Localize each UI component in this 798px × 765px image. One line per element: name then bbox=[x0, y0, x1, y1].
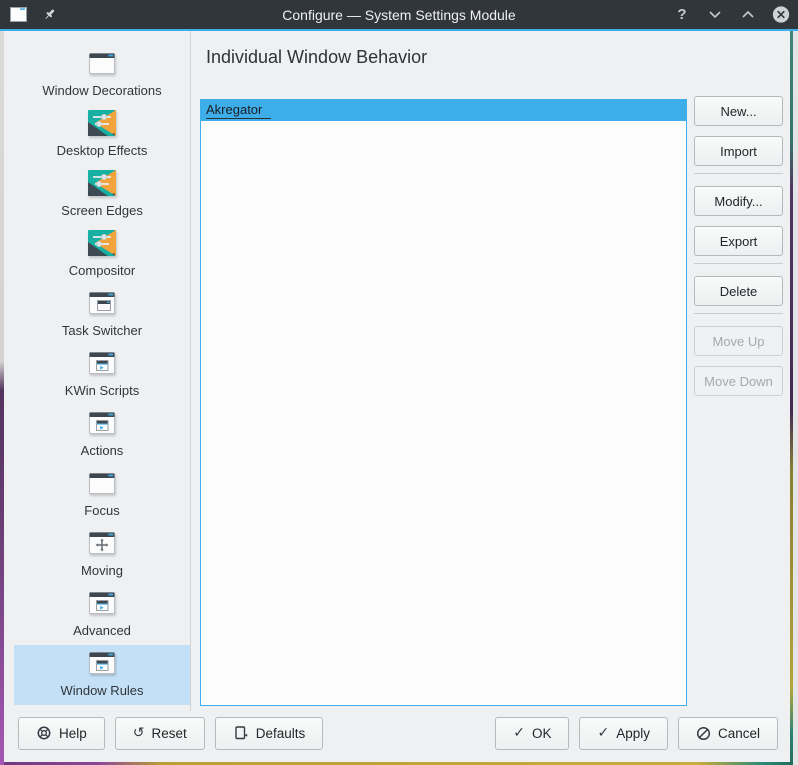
reset-button[interactable]: ↺ Reset bbox=[115, 717, 205, 750]
sidebar-item-label: Moving bbox=[81, 563, 123, 578]
window-script-icon bbox=[86, 587, 118, 619]
effects-icon bbox=[86, 107, 118, 139]
effects-icon bbox=[86, 227, 118, 259]
ok-check-icon: ✓ bbox=[513, 726, 525, 740]
window-move-icon bbox=[86, 527, 118, 559]
titlebar-help-button[interactable]: ? bbox=[673, 6, 691, 24]
move-up-button[interactable]: Move Up bbox=[694, 326, 783, 356]
apply-button-label: Apply bbox=[616, 726, 650, 741]
sidebar-divider bbox=[190, 31, 191, 711]
sidebar-item-label: Window Rules bbox=[60, 683, 143, 698]
rule-name: Akregator bbox=[206, 102, 271, 119]
sidebar-item-focus[interactable]: Focus bbox=[14, 465, 190, 525]
page-title: Individual Window Behavior bbox=[206, 47, 427, 68]
modify-button[interactable]: Modify... bbox=[694, 186, 783, 216]
maximize-button[interactable] bbox=[739, 6, 757, 24]
window-plain-icon bbox=[86, 47, 118, 79]
ok-button-label: OK bbox=[532, 726, 552, 741]
move-down-button[interactable]: Move Down bbox=[694, 366, 783, 396]
defaults-document-icon bbox=[233, 725, 249, 741]
help-lifebuoy-icon bbox=[36, 725, 52, 741]
export-button[interactable]: Export bbox=[694, 226, 783, 256]
sidebar-item-label: Desktop Effects bbox=[57, 143, 148, 158]
sidebar-item-kwin-scripts[interactable]: KWin Scripts bbox=[14, 345, 190, 405]
new-button[interactable]: New... bbox=[694, 96, 783, 126]
sidebar-item-label: KWin Scripts bbox=[65, 383, 139, 398]
help-button[interactable]: Help bbox=[18, 717, 105, 750]
sidebar-item-window-rules[interactable]: Window Rules bbox=[14, 645, 190, 705]
sidebar-item-task-switcher[interactable]: Task Switcher bbox=[14, 285, 190, 345]
window-inner-icon bbox=[86, 287, 118, 319]
chevron-up-icon bbox=[741, 10, 755, 19]
sidebar-item-label: Actions bbox=[81, 443, 124, 458]
minimize-button[interactable] bbox=[706, 6, 724, 24]
window-menu-button[interactable] bbox=[9, 6, 27, 24]
close-button[interactable] bbox=[772, 6, 790, 24]
window-rules-list[interactable]: Akregator bbox=[200, 99, 687, 706]
chevron-down-icon bbox=[708, 10, 722, 19]
window-plain-icon bbox=[86, 467, 118, 499]
button-separator bbox=[694, 313, 783, 314]
list-item-akregator[interactable]: Akregator bbox=[201, 100, 686, 121]
window-script-icon bbox=[86, 347, 118, 379]
effects-icon bbox=[86, 167, 118, 199]
close-icon bbox=[772, 5, 790, 24]
reset-undo-icon: ↺ bbox=[133, 726, 145, 740]
apply-button[interactable]: ✓ Apply bbox=[579, 717, 668, 750]
sidebar-item-desktop-effects[interactable]: Desktop Effects bbox=[14, 105, 190, 165]
button-separator bbox=[694, 263, 783, 264]
configure-dialog: Configure — System Settings Module bbox=[0, 0, 798, 765]
import-button[interactable]: Import bbox=[694, 136, 783, 166]
rule-action-buttons: New... Import Modify... Export Delete Mo… bbox=[694, 96, 783, 406]
help-button-label: Help bbox=[59, 726, 87, 741]
desktop-edge-right bbox=[790, 31, 793, 762]
ok-button[interactable]: ✓ OK bbox=[495, 717, 569, 750]
sidebar-item-label: Compositor bbox=[69, 263, 135, 278]
cancel-button-label: Cancel bbox=[718, 726, 760, 741]
cancel-button[interactable]: Cancel bbox=[678, 717, 778, 750]
app-window-icon bbox=[10, 7, 27, 22]
sidebar-item-label: Screen Edges bbox=[61, 203, 143, 218]
window-script-icon bbox=[86, 647, 118, 679]
pin-keep-above-icon[interactable] bbox=[40, 6, 58, 24]
sidebar-item-window-decorations[interactable]: Window Decorations bbox=[14, 45, 190, 105]
apply-check-icon: ✓ bbox=[597, 726, 609, 740]
cancel-prohibition-icon bbox=[696, 726, 711, 741]
defaults-button[interactable]: Defaults bbox=[215, 717, 324, 750]
sidebar-item-label: Task Switcher bbox=[62, 323, 142, 338]
titlebar[interactable]: Configure — System Settings Module bbox=[0, 0, 798, 29]
desktop-edge-right-window bbox=[793, 31, 798, 765]
delete-button[interactable]: Delete bbox=[694, 276, 783, 306]
window-script-icon bbox=[86, 407, 118, 439]
reset-button-label: Reset bbox=[152, 726, 187, 741]
sidebar-item-label: Advanced bbox=[73, 623, 131, 638]
sidebar-item-advanced[interactable]: Advanced bbox=[14, 585, 190, 645]
defaults-button-label: Defaults bbox=[256, 726, 306, 741]
sidebar: Window Decorations Desktop Effects Scree… bbox=[4, 31, 190, 711]
button-separator bbox=[694, 173, 783, 174]
sidebar-item-label: Focus bbox=[84, 503, 119, 518]
dialog-button-box: Help ↺ Reset Defaults ✓ OK ✓ Apply bbox=[4, 714, 790, 752]
sidebar-item-moving[interactable]: Moving bbox=[14, 525, 190, 585]
sidebar-item-screen-edges[interactable]: Screen Edges bbox=[14, 165, 190, 225]
sidebar-item-label: Window Decorations bbox=[42, 83, 161, 98]
sidebar-item-actions[interactable]: Actions bbox=[14, 405, 190, 465]
sidebar-item-compositor[interactable]: Compositor bbox=[14, 225, 190, 285]
